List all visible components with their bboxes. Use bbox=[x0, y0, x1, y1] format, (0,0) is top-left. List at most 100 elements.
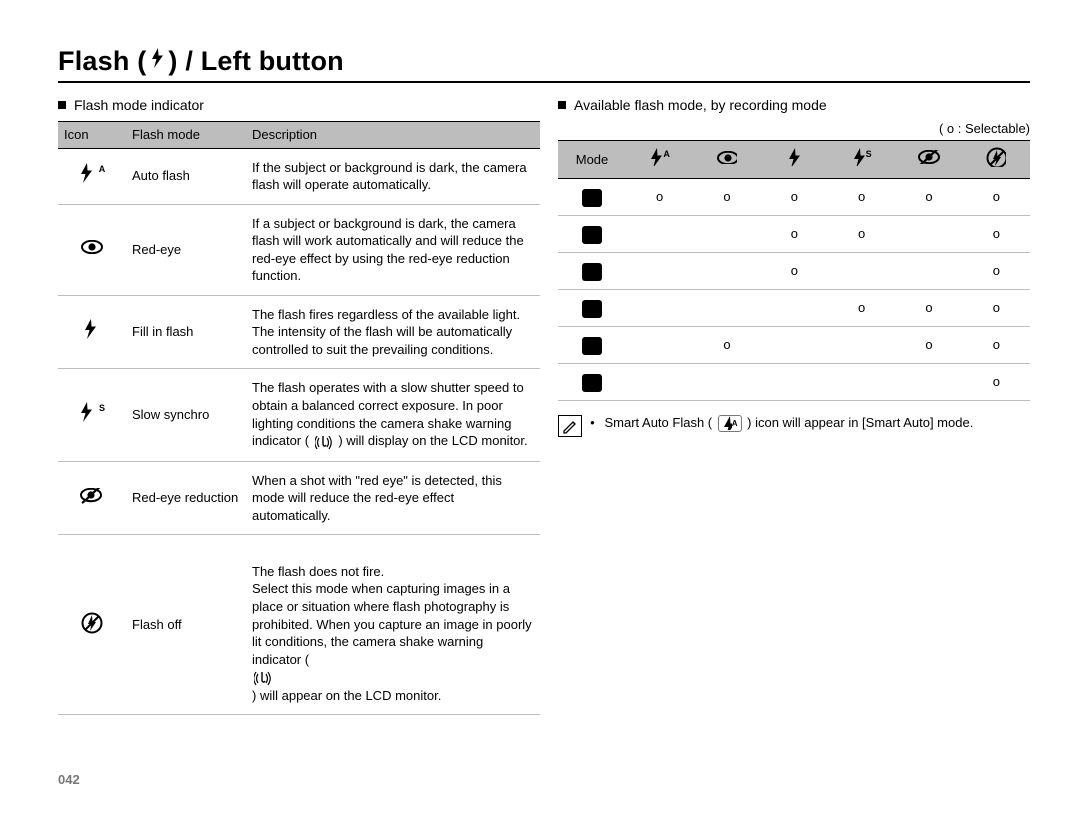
matrix-cell: o bbox=[963, 326, 1030, 363]
table-row: ooo bbox=[558, 326, 1030, 363]
col-icon: Icon bbox=[58, 122, 126, 149]
mode-desc: If the subject or background is dark, th… bbox=[246, 148, 540, 204]
note-pencil-icon bbox=[558, 415, 582, 437]
matrix-cell: o bbox=[895, 289, 962, 326]
mode-name: Red-eye bbox=[126, 204, 246, 295]
table-row: Flash off The flash does not fire. Selec… bbox=[58, 535, 540, 715]
matrix-cell: o bbox=[895, 178, 962, 215]
smart-auto-note: Smart Auto Flash ( A ) icon will appear … bbox=[558, 415, 1030, 437]
matrix-cell bbox=[693, 215, 760, 252]
mode-name: Red-eye reduction bbox=[126, 461, 246, 535]
table-row: ooo bbox=[558, 289, 1030, 326]
title-prefix: Flash ( bbox=[58, 46, 146, 77]
mode-desc: When a shot with "red eye" is detected, … bbox=[246, 461, 540, 535]
title-suffix: ) / Left button bbox=[168, 46, 343, 77]
matrix-cell: o bbox=[963, 289, 1030, 326]
matrix-cell: o bbox=[693, 178, 760, 215]
matrix-cell: o bbox=[626, 178, 693, 215]
table-row: Red-eye If a subject or background is da… bbox=[58, 204, 540, 295]
mode-icon-cell bbox=[558, 178, 626, 215]
red-eye-icon bbox=[693, 141, 760, 179]
matrix-cell bbox=[761, 326, 828, 363]
mode-name: Fill in flash bbox=[126, 295, 246, 369]
matrix-cell bbox=[828, 326, 895, 363]
matrix-cell: o bbox=[828, 215, 895, 252]
section-heading-indicator: Flash mode indicator bbox=[58, 97, 540, 113]
mode-1-icon bbox=[582, 189, 602, 207]
title-divider bbox=[58, 81, 1030, 83]
availability-table: Mode A S oooooo ooo oo ooo ooo o bbox=[558, 140, 1030, 401]
flash-off-icon bbox=[963, 141, 1030, 179]
matrix-cell bbox=[693, 252, 760, 289]
table-row: ooo bbox=[558, 215, 1030, 252]
matrix-cell bbox=[626, 215, 693, 252]
mode-6-icon bbox=[582, 374, 602, 392]
legend-text: ( o : Selectable) bbox=[558, 121, 1030, 136]
table-row: Red-eye reduction When a shot with "red … bbox=[58, 461, 540, 535]
mode-icon-cell bbox=[558, 289, 626, 326]
shake-icon bbox=[254, 669, 272, 687]
table-row: A Auto flash If the subject or backgroun… bbox=[58, 148, 540, 204]
matrix-cell bbox=[626, 363, 693, 400]
col-flash-mode: Flash mode bbox=[126, 122, 246, 149]
matrix-cell: o bbox=[761, 215, 828, 252]
red-eye-icon bbox=[58, 204, 126, 295]
fill-flash-icon bbox=[761, 141, 828, 179]
mode-desc: The flash fires regardless of the availa… bbox=[246, 295, 540, 369]
mode-name: Auto flash bbox=[126, 148, 246, 204]
section-heading-available: Available flash mode, by recording mode bbox=[558, 97, 1030, 113]
mode-desc: The flash does not fire. Select this mod… bbox=[246, 535, 540, 715]
col-description: Description bbox=[246, 122, 540, 149]
mode-desc: The flash operates with a slow shutter s… bbox=[246, 369, 540, 461]
slow-sync-icon: S bbox=[58, 369, 126, 461]
mode-4-icon bbox=[582, 300, 602, 318]
mode-name: Flash off bbox=[126, 535, 246, 715]
shake-icon bbox=[315, 433, 333, 451]
matrix-cell bbox=[693, 289, 760, 326]
matrix-cell bbox=[895, 252, 962, 289]
table-row: o bbox=[558, 363, 1030, 400]
matrix-cell bbox=[895, 215, 962, 252]
matrix-cell bbox=[828, 363, 895, 400]
table-row: oo bbox=[558, 252, 1030, 289]
matrix-cell: o bbox=[761, 178, 828, 215]
table-row: Fill in flash The flash fires regardless… bbox=[58, 295, 540, 369]
col-mode: Mode bbox=[558, 141, 626, 179]
mode-icon-cell bbox=[558, 326, 626, 363]
mode-name: Slow synchro bbox=[126, 369, 246, 461]
matrix-cell: o bbox=[963, 215, 1030, 252]
matrix-cell bbox=[626, 326, 693, 363]
mode-desc: If a subject or background is dark, the … bbox=[246, 204, 540, 295]
matrix-cell bbox=[828, 252, 895, 289]
matrix-cell bbox=[895, 363, 962, 400]
matrix-cell bbox=[761, 363, 828, 400]
matrix-cell: o bbox=[828, 289, 895, 326]
matrix-cell bbox=[626, 252, 693, 289]
mode-icon-cell bbox=[558, 215, 626, 252]
matrix-cell bbox=[693, 363, 760, 400]
flash-icon bbox=[150, 46, 166, 77]
fill-flash-icon bbox=[58, 295, 126, 369]
flash-auto-inline-icon: A bbox=[718, 415, 742, 432]
flash-off-icon bbox=[58, 535, 126, 715]
flash-auto-icon: A bbox=[626, 141, 693, 179]
page-title: Flash ( ) / Left button bbox=[58, 46, 1030, 77]
matrix-cell bbox=[761, 289, 828, 326]
flash-mode-table: Icon Flash mode Description A Auto flash… bbox=[58, 121, 540, 715]
mode-icon-cell bbox=[558, 252, 626, 289]
flash-auto-icon: A bbox=[58, 148, 126, 204]
table-row: oooooo bbox=[558, 178, 1030, 215]
matrix-cell: o bbox=[828, 178, 895, 215]
matrix-cell bbox=[626, 289, 693, 326]
page-number: 042 bbox=[58, 772, 80, 787]
mode-3-icon bbox=[582, 263, 602, 281]
matrix-cell: o bbox=[963, 363, 1030, 400]
mode-icon-cell bbox=[558, 363, 626, 400]
mode-5-icon bbox=[582, 337, 602, 355]
matrix-cell: o bbox=[963, 252, 1030, 289]
red-eye-reduction-icon bbox=[58, 461, 126, 535]
matrix-cell: o bbox=[761, 252, 828, 289]
matrix-cell: o bbox=[895, 326, 962, 363]
mode-2-icon bbox=[582, 226, 602, 244]
table-row: S Slow synchro The flash operates with a… bbox=[58, 369, 540, 461]
